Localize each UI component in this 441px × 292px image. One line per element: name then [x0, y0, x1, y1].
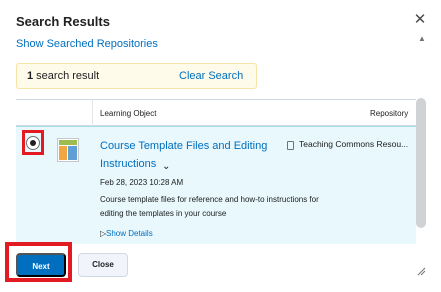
- clear-search-link[interactable]: Clear Search: [179, 70, 243, 82]
- scroll-up-icon[interactable]: ▲: [418, 34, 426, 43]
- result-count-label: search result: [33, 70, 100, 82]
- column-header-repository: Repository: [370, 109, 409, 118]
- header-divider: [92, 100, 93, 126]
- table-header: Learning Object Repository: [16, 100, 416, 126]
- dialog-title: Search Results: [16, 14, 110, 29]
- chevron-down-icon[interactable]: ⌄: [162, 161, 170, 172]
- caret-right-icon: ▷: [100, 229, 107, 238]
- learning-object-date: Feb 28, 2023 10:28 AM: [100, 178, 184, 187]
- scrollbar[interactable]: [416, 98, 426, 228]
- column-header-learning-object: Learning Object: [100, 109, 157, 118]
- show-details-label: Show Details: [106, 229, 153, 238]
- table-row[interactable]: Course Template Files and Editing Instru…: [16, 126, 416, 244]
- search-result-bar: 1 search result Clear Search: [16, 63, 257, 89]
- show-details-link[interactable]: ▷ Show Details: [100, 229, 153, 238]
- search-results-dialog: Search Results ✕ ▲ Show Searched Reposit…: [0, 0, 441, 292]
- document-thumbnail-icon: [57, 138, 79, 162]
- learning-object-title-link[interactable]: Course Template Files and Editing Instru…: [100, 137, 278, 173]
- dialog-body[interactable]: ▲ Show Searched Repositories 1 search re…: [0, 28, 441, 244]
- repository-name: Teaching Commons Resou...: [299, 139, 409, 149]
- resize-handle-icon[interactable]: [416, 266, 426, 276]
- show-searched-repositories-link[interactable]: Show Searched Repositories: [16, 38, 158, 50]
- next-button[interactable]: Next: [16, 253, 66, 277]
- close-icon[interactable]: ✕: [410, 10, 430, 30]
- close-button[interactable]: Close: [78, 253, 128, 277]
- dialog-footer: Next Close: [0, 242, 441, 292]
- results-table: Learning Object Repository Course Templa…: [16, 99, 416, 244]
- learning-object-description: Course template files for reference and …: [100, 195, 319, 218]
- result-count: 1 search result: [27, 70, 99, 82]
- radio-highlight-box: [22, 130, 44, 155]
- file-icon: [287, 141, 294, 150]
